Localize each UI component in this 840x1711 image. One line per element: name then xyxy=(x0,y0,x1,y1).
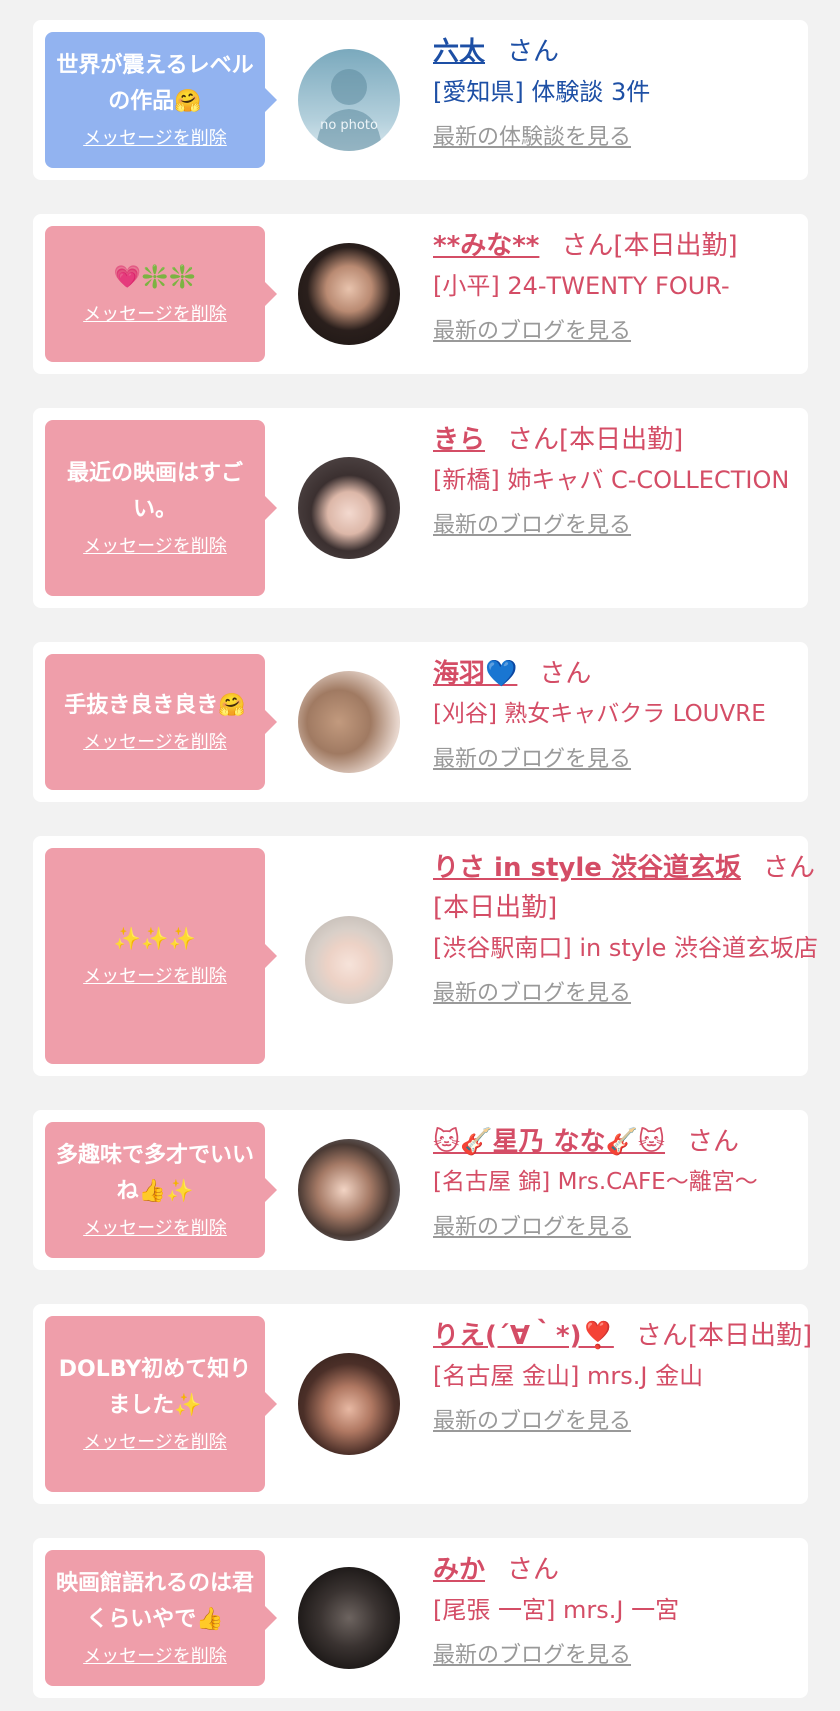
latest-link[interactable]: 最新の体験談を見る xyxy=(433,120,833,156)
heart-sparkle-emoji: 💗❇️❇️ xyxy=(113,265,197,290)
honorific: さん xyxy=(507,37,560,67)
delete-message-link[interactable]: メッセージを削除 xyxy=(83,964,227,990)
message-list: 世界が震えるレベルの作品🤗 メッセージを削除 no photo 六太 さん [愛知… xyxy=(0,0,840,1711)
list-item: 多趣味で多才でいいね👍✨ メッセージを削除 🐱🎸星乃 なな🎸🐱 さん [名古屋 錦… xyxy=(33,1110,808,1270)
avatar[interactable] xyxy=(298,243,400,345)
list-item: DOLBY初めて知りました✨ メッセージを削除 りえ(´∀｀*)❣️ さん[本日出… xyxy=(33,1304,812,1504)
delete-message-link[interactable]: メッセージを削除 xyxy=(83,126,227,152)
no-photo-label: no photo xyxy=(320,118,378,133)
message-bubble: DOLBY初めて知りました✨ メッセージを削除 xyxy=(45,1316,277,1492)
message-text: 映画館語れるのは君くらいやで xyxy=(55,1571,254,1632)
avatar[interactable] xyxy=(298,1353,400,1455)
list-item: 手抜き良き良き🤗 メッセージを削除 海羽💙 さん [刈谷] 熟女キャバクラ LOU… xyxy=(33,642,808,802)
list-item: 世界が震えるレベルの作品🤗 メッセージを削除 no photo 六太 さん [愛知… xyxy=(33,20,808,180)
message-bubble: 手抜き良き良き🤗 メッセージを削除 xyxy=(45,654,277,790)
thumbs-up-emoji: 👍✨ xyxy=(138,1179,194,1204)
hugging-face-emoji: 🤗 xyxy=(174,89,202,114)
list-item: 映画館語れるのは君くらいやで👍 メッセージを削除 みか さん [尾張 一宮] mr… xyxy=(33,1538,808,1698)
delete-message-link[interactable]: メッセージを削除 xyxy=(83,1430,227,1456)
status-text: [本日出勤] xyxy=(433,893,558,923)
shop-info: [愛知県] 体験談 3件 xyxy=(433,78,651,106)
delete-message-link[interactable]: メッセージを削除 xyxy=(83,1644,227,1670)
no-photo-silhouette-icon xyxy=(316,69,382,151)
shop-info: [刈谷] 熟女キャバクラ LOUVRE xyxy=(433,701,766,727)
latest-link[interactable]: 最新のブログを見る xyxy=(433,1210,833,1246)
latest-link[interactable]: 最新のブログを見る xyxy=(433,976,833,1012)
message-bubble: 映画館語れるのは君くらいやで👍 メッセージを削除 xyxy=(45,1550,277,1686)
list-item: 💗❇️❇️ メッセージを削除 **みな** さん[本日出勤] [小平] 24-TW… xyxy=(33,214,808,374)
latest-link[interactable]: 最新のブログを見る xyxy=(433,314,833,350)
status-text: [本日出勤] xyxy=(559,425,684,455)
sparkles-emoji: ✨✨✨ xyxy=(113,927,197,952)
hugging-face-emoji: 🤗 xyxy=(218,693,246,718)
latest-link[interactable]: 最新のブログを見る xyxy=(433,508,833,544)
message-text: 世界が震えるレベルの作品 xyxy=(56,53,254,114)
message-bubble: 多趣味で多才でいいね👍✨ メッセージを削除 xyxy=(45,1122,277,1258)
user-name-link[interactable]: みか xyxy=(433,1555,485,1585)
message-bubble: ✨✨✨ メッセージを削除 xyxy=(45,848,277,1064)
message-bubble: 世界が震えるレベルの作品🤗 メッセージを削除 xyxy=(45,32,277,168)
avatar[interactable]: no photo xyxy=(298,49,400,151)
latest-link[interactable]: 最新のブログを見る xyxy=(433,1638,833,1674)
user-name-link[interactable]: 🐱🎸星乃 なな🎸🐱 xyxy=(433,1127,665,1157)
list-item: ✨✨✨ メッセージを削除 りさ in style 渋谷道玄坂 さん [本日出勤] [… xyxy=(33,836,818,1076)
shop-info: [名古屋 金山] mrs.J 金山 xyxy=(433,1362,704,1390)
message-bubble: 💗❇️❇️ メッセージを削除 xyxy=(45,226,277,362)
message-text: 最近の映画はすごい。 xyxy=(66,461,243,522)
delete-message-link[interactable]: メッセージを削除 xyxy=(83,1216,227,1242)
honorific: さん xyxy=(539,659,592,689)
honorific: さん xyxy=(635,1321,688,1351)
avatar[interactable] xyxy=(298,1567,400,1669)
list-item: 最近の映画はすごい。 メッセージを削除 きら さん[本日出勤] [新橋] 姉キャバ… xyxy=(33,408,808,608)
avatar[interactable] xyxy=(305,916,393,1004)
user-name-link[interactable]: きら xyxy=(433,425,485,455)
user-name-link[interactable]: りえ(´∀｀*)❣️ xyxy=(433,1321,614,1351)
user-name-link[interactable]: りさ in style 渋谷道玄坂 xyxy=(433,853,741,883)
honorific: さん xyxy=(561,231,614,261)
shop-info: [名古屋 錦] Mrs.CAFE〜離宮〜 xyxy=(433,1169,758,1195)
delete-message-link[interactable]: メッセージを削除 xyxy=(83,730,227,756)
message-text: 手抜き良き良き xyxy=(64,693,219,718)
user-name-link[interactable]: 六太 xyxy=(433,37,485,67)
avatar[interactable] xyxy=(298,457,400,559)
shop-info: [渋谷駅南口] in style 渋谷道玄坂店 xyxy=(433,934,819,962)
shop-info: [尾張 一宮] mrs.J 一宮 xyxy=(433,1596,680,1624)
delete-message-link[interactable]: メッセージを削除 xyxy=(83,302,227,328)
shop-info: [小平] 24-TWENTY FOUR- xyxy=(433,272,730,300)
status-text: [本日出勤] xyxy=(613,231,738,261)
honorific: さん xyxy=(507,1555,560,1585)
honorific: さん xyxy=(687,1127,740,1157)
user-name-link[interactable]: **みな** xyxy=(433,231,539,261)
delete-message-link[interactable]: メッセージを削除 xyxy=(83,534,227,560)
honorific: さん xyxy=(762,853,815,883)
shop-info: [新橋] 姉キャバ C-COLLECTION xyxy=(433,466,790,494)
message-bubble: 最近の映画はすごい。 メッセージを削除 xyxy=(45,420,277,596)
sparkles-emoji: ✨ xyxy=(174,1393,202,1418)
status-text: [本日出勤] xyxy=(687,1321,813,1351)
thumbs-up-emoji: 👍 xyxy=(196,1607,224,1632)
honorific: さん xyxy=(507,425,560,455)
latest-link[interactable]: 最新のブログを見る xyxy=(433,1404,833,1440)
avatar[interactable] xyxy=(298,671,400,773)
avatar[interactable] xyxy=(298,1139,400,1241)
user-name-link[interactable]: 海羽💙 xyxy=(433,659,517,689)
message-text: DOLBY初めて知りました xyxy=(58,1357,252,1418)
latest-link[interactable]: 最新のブログを見る xyxy=(433,742,833,778)
